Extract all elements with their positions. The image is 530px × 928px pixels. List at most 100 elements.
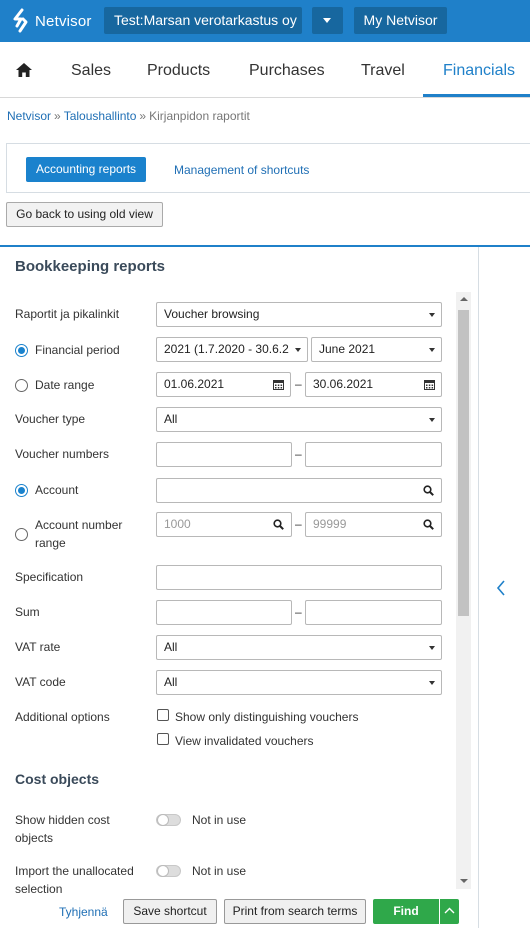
logo[interactable]: Netvisor: [10, 8, 92, 34]
date-range-label: Date range: [35, 378, 95, 392]
month-value: June 2021: [319, 342, 376, 356]
distinguishing-vouchers-checkbox[interactable]: [157, 709, 169, 721]
account-number-from-input[interactable]: 1000: [156, 512, 292, 537]
import-unallocated-state: Not in use: [192, 864, 247, 878]
breadcrumb-separator: »: [139, 109, 147, 123]
voucher-number-from-input[interactable]: [156, 442, 292, 467]
report-select[interactable]: Voucher browsing: [156, 302, 442, 327]
date-from-input[interactable]: 01.06.2021: [156, 372, 291, 397]
chevron-left-icon[interactable]: [495, 579, 507, 597]
top-bar: Netvisor Test:Marsan verotarkastus oy My…: [0, 0, 530, 42]
account-radio[interactable]: [15, 484, 28, 497]
nav-item-products[interactable]: Products: [147, 42, 210, 98]
breadcrumb: Netvisor» Taloushallinto» Kirjanpidon rapo…: [7, 109, 250, 123]
additional-options-label: Additional options: [15, 710, 110, 724]
show-hidden-cost-objects-label: Show hidden cost: [15, 813, 110, 827]
chevron-up-icon: [444, 907, 455, 914]
date-to-value: 30.06.2021: [313, 377, 374, 391]
clear-link[interactable]: Tyhjennä: [59, 905, 108, 919]
vat-rate-label: VAT rate: [15, 640, 61, 654]
scroll-down-arrow[interactable]: [460, 879, 468, 883]
search-icon[interactable]: [273, 519, 284, 530]
account-label: Account: [35, 483, 79, 497]
search-icon[interactable]: [423, 519, 434, 530]
vat-code-select[interactable]: All: [156, 670, 442, 695]
financial-period-label: Financial period: [35, 343, 120, 357]
invalidated-vouchers-label: View invalidated vouchers: [175, 734, 314, 748]
nav-item-sales[interactable]: Sales: [71, 42, 111, 98]
financial-period-select[interactable]: 2021 (1.7.2020 - 30.6.2: [156, 337, 308, 362]
range-dash: –: [295, 517, 302, 531]
invalidated-vouchers-checkbox[interactable]: [157, 733, 169, 745]
financial-period-value: 2021 (1.7.2020 - 30.6.2: [164, 342, 289, 356]
financial-period-radio[interactable]: [15, 344, 28, 357]
chevron-down-icon: [295, 348, 301, 352]
find-options-button[interactable]: [440, 899, 459, 924]
breadcrumb-separator: »: [54, 109, 61, 123]
my-netvisor-button[interactable]: My Netvisor: [354, 7, 447, 34]
vat-code-label: VAT code: [15, 675, 66, 689]
chevron-down-icon: [429, 418, 435, 422]
voucher-type-value: All: [164, 412, 178, 426]
calendar-icon[interactable]: [424, 379, 435, 390]
chevron-down-icon: [429, 348, 435, 352]
chevron-down-icon: [429, 313, 435, 317]
account-number-to-input[interactable]: 99999: [305, 512, 442, 537]
company-selector[interactable]: Test:Marsan verotarkastus oy: [104, 7, 302, 34]
month-select[interactable]: June 2021: [311, 337, 442, 362]
account-number-range-radio[interactable]: [15, 528, 28, 541]
tab-management-of-shortcuts[interactable]: Management of shortcuts: [174, 163, 309, 177]
sum-label: Sum: [15, 605, 40, 619]
specification-label: Specification: [15, 570, 84, 584]
chevron-down-icon: [429, 646, 435, 650]
voucher-type-label: Voucher type: [15, 412, 86, 426]
cost-objects-title: Cost objects: [15, 771, 100, 787]
report-select-value: Voucher browsing: [164, 307, 260, 321]
nav-item-travel[interactable]: Travel: [361, 42, 405, 98]
account-number-range-label-line2: range: [35, 536, 66, 550]
account-number-from-placeholder: 1000: [164, 517, 191, 531]
sum-to-input[interactable]: [305, 600, 442, 625]
date-from-value: 01.06.2021: [164, 377, 225, 391]
scroll-up-arrow[interactable]: [460, 297, 468, 301]
active-nav-indicator: [423, 94, 530, 97]
netvisor-logo-icon: [13, 8, 28, 33]
nav-item-financials[interactable]: Financials: [443, 42, 515, 98]
calendar-icon[interactable]: [273, 379, 284, 390]
print-button[interactable]: Print from search terms: [224, 899, 366, 924]
specification-input[interactable]: [156, 565, 442, 590]
bookkeeping-title: Bookkeeping reports: [15, 258, 166, 275]
voucher-type-select[interactable]: All: [156, 407, 442, 432]
vat-rate-select[interactable]: All: [156, 635, 442, 660]
scrollbar-thumb[interactable]: [458, 310, 469, 616]
import-unallocated-toggle[interactable]: [156, 865, 181, 877]
tab-accounting-reports[interactable]: Accounting reports: [26, 157, 146, 182]
date-to-input[interactable]: 30.06.2021: [305, 372, 442, 397]
search-icon[interactable]: [423, 485, 434, 496]
range-dash: –: [295, 447, 302, 461]
voucher-number-to-input[interactable]: [305, 442, 442, 467]
breadcrumb-taloushallinto[interactable]: Taloushallinto: [64, 109, 137, 123]
home-icon[interactable]: [16, 63, 32, 77]
nav-item-purchases[interactable]: Purchases: [249, 42, 325, 98]
breadcrumb-netvisor[interactable]: Netvisor: [7, 109, 51, 123]
distinguishing-vouchers-label: Show only distinguishing vouchers: [175, 710, 359, 724]
report-tabs: Accounting reports Management of shortcu…: [6, 143, 530, 193]
vat-rate-value: All: [164, 640, 178, 654]
old-view-button[interactable]: Go back to using old view: [6, 202, 163, 227]
company-dropdown-button[interactable]: [312, 7, 343, 34]
chevron-down-icon: [429, 681, 435, 685]
import-unallocated-label: Import the unallocated: [15, 864, 134, 878]
date-range-radio[interactable]: [15, 379, 28, 392]
account-input[interactable]: [156, 478, 442, 503]
show-hidden-cost-objects-state: Not in use: [192, 813, 247, 827]
save-shortcut-button[interactable]: Save shortcut: [123, 899, 217, 924]
account-number-range-label: Account number: [35, 518, 123, 532]
sum-from-input[interactable]: [156, 600, 292, 625]
vat-code-value: All: [164, 675, 178, 689]
show-hidden-cost-objects-label-line2: objects: [15, 831, 54, 845]
report-label: Raportit ja pikalinkit: [15, 307, 120, 321]
logo-text: Netvisor: [35, 12, 92, 30]
show-hidden-cost-objects-toggle[interactable]: [156, 814, 181, 826]
find-button[interactable]: Find: [373, 899, 439, 924]
